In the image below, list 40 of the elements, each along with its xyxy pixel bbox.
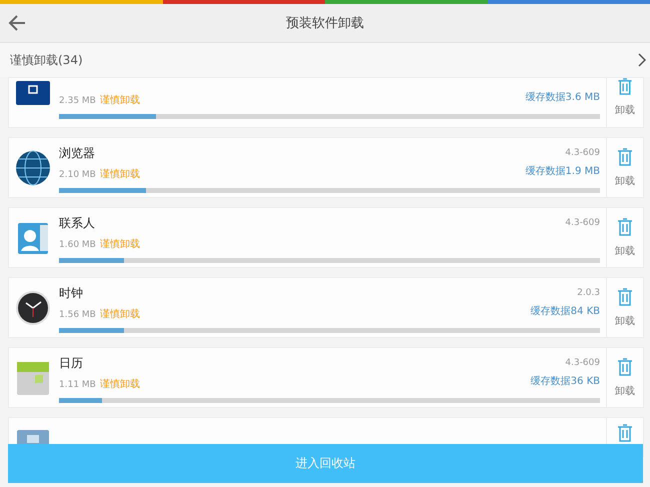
app-name: 浏览器 bbox=[59, 144, 95, 162]
app-size: 2.35 MB bbox=[59, 96, 96, 106]
trash-icon[interactable] bbox=[617, 424, 633, 442]
uninstall-label[interactable]: 卸载 bbox=[615, 314, 635, 328]
caution-tag: 谨慎卸载 bbox=[100, 308, 140, 320]
app-name: 日历 bbox=[59, 354, 83, 372]
cache-data: 缓存数据1.9 MB bbox=[525, 164, 600, 178]
uninstall-label[interactable]: 卸载 bbox=[615, 244, 635, 258]
caution-tag: 谨慎卸载 bbox=[100, 94, 140, 106]
caution-tag: 谨慎卸载 bbox=[100, 238, 140, 250]
cache-data: 缓存数据3.6 MB bbox=[525, 90, 600, 104]
cache-data: 缓存数据84 KB bbox=[530, 304, 600, 318]
trash-icon[interactable] bbox=[617, 78, 633, 95]
trash-icon[interactable] bbox=[617, 218, 633, 236]
page-title: 预装软件卸载 bbox=[285, 15, 365, 32]
app-size: 1.60 MB bbox=[59, 240, 96, 250]
cache-data: 缓存数据36 KB bbox=[530, 374, 600, 388]
version-text: 2.0.3 bbox=[577, 288, 600, 298]
section-label: 谨慎卸载(34) bbox=[10, 52, 83, 68]
uninstall-label[interactable]: 卸载 bbox=[615, 384, 635, 398]
caution-tag: 谨慎卸载 bbox=[100, 168, 140, 180]
clock-icon bbox=[15, 290, 51, 326]
trash-icon[interactable] bbox=[617, 148, 633, 166]
version-text: 4.3-609 bbox=[565, 218, 600, 228]
calendar-icon bbox=[15, 360, 51, 396]
app-name: 时钟 bbox=[59, 284, 83, 302]
trash-icon[interactable] bbox=[617, 288, 633, 306]
version-text: 4.3-609 bbox=[565, 358, 600, 368]
uninstall-label[interactable]: 卸载 bbox=[615, 174, 635, 188]
app-size: 1.56 MB bbox=[59, 310, 96, 320]
version-text: 4.3-609 bbox=[565, 148, 600, 158]
app-size: 2.10 MB bbox=[59, 170, 96, 180]
uninstall-label[interactable]: 卸载 bbox=[615, 103, 635, 117]
app-size: 1.11 MB bbox=[59, 380, 96, 390]
trash-icon[interactable] bbox=[617, 358, 633, 376]
back-arrow-icon[interactable] bbox=[8, 14, 26, 32]
caution-tag: 谨慎卸载 bbox=[100, 378, 140, 390]
app-name: 联系人 bbox=[59, 214, 95, 232]
chevron-right-icon bbox=[638, 53, 646, 67]
globe-icon bbox=[15, 150, 51, 186]
